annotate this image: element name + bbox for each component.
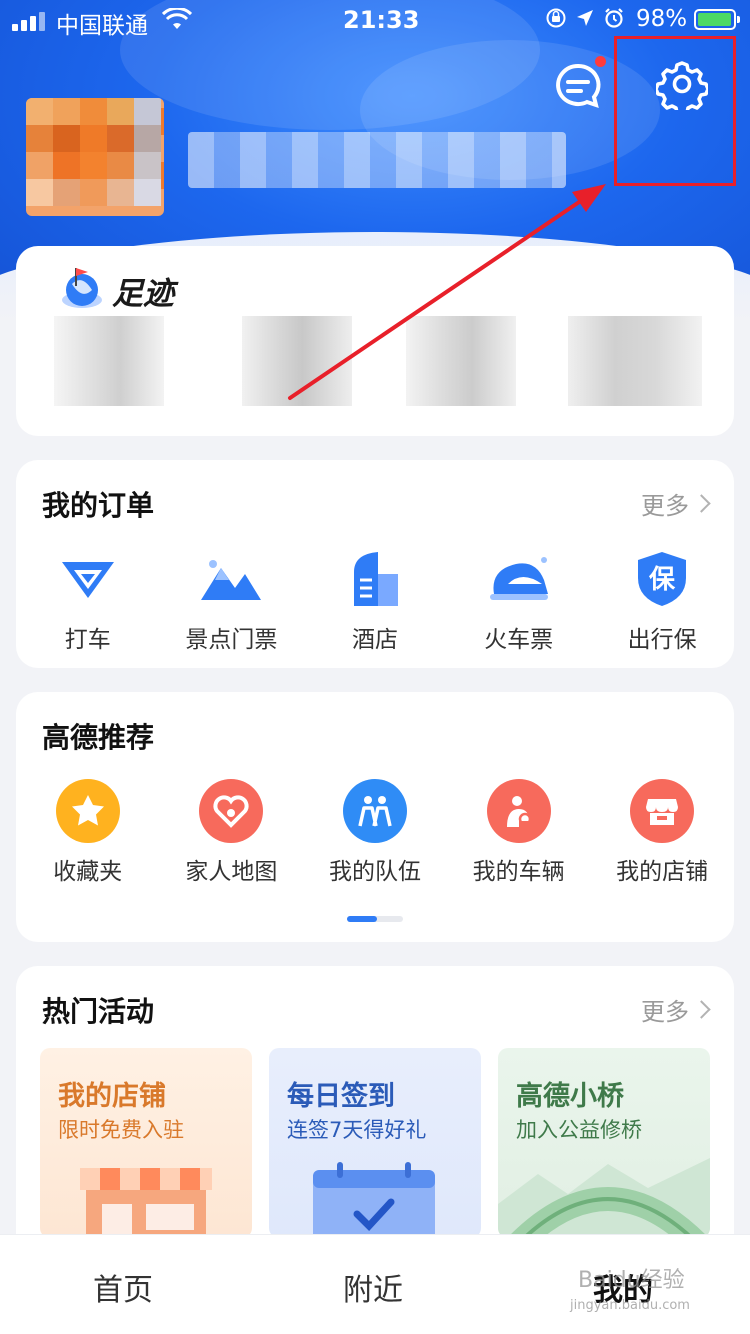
footprint-logo-icon xyxy=(62,268,102,308)
svg-text:保: 保 xyxy=(648,565,676,595)
wifi-icon xyxy=(161,6,193,38)
footprint-card[interactable]: 足迹 xyxy=(16,246,734,436)
status-bar: 中国联通 21:33 98% xyxy=(0,0,750,40)
battery-icon xyxy=(694,9,740,30)
calendar-icon xyxy=(313,1162,435,1238)
activity-my-store[interactable]: 我的店铺 限时免费入驻 xyxy=(40,1048,252,1238)
recommend-family-map[interactable]: 家人地图 xyxy=(160,778,304,886)
recommend-label: 我的队伍 xyxy=(328,859,421,885)
order-insurance[interactable]: 保 出行保 xyxy=(590,546,734,654)
activity-subtitle: 连签7天得好礼 xyxy=(287,1118,427,1142)
order-label: 打车 xyxy=(64,627,111,653)
carrier-name: 中国联通 xyxy=(56,13,148,39)
more-label: 更多 xyxy=(641,998,689,1026)
activity-daily-checkin[interactable]: 每日签到 连签7天得好礼 xyxy=(269,1048,481,1238)
chevron-right-icon xyxy=(692,494,711,513)
recommend-store[interactable]: 我的店铺 xyxy=(590,778,734,886)
message-icon xyxy=(556,63,601,109)
tab-nearby[interactable]: 附近 xyxy=(343,1265,403,1309)
recommend-title: 高德推荐 xyxy=(42,721,155,754)
recommend-label: 收藏夹 xyxy=(53,859,123,885)
system-icons xyxy=(545,7,625,29)
footprint-stat xyxy=(242,316,352,406)
activities-more-link[interactable]: 更多 xyxy=(641,992,711,1027)
recommend-label: 家人地图 xyxy=(185,859,278,885)
orders-title: 我的订单 xyxy=(42,489,155,522)
recommend-team[interactable]: 我的队伍 xyxy=(303,778,447,886)
taxi-icon xyxy=(55,546,121,612)
recommend-label: 我的店铺 xyxy=(616,859,709,885)
order-taxi[interactable]: 打车 xyxy=(16,546,160,654)
chevron-right-icon xyxy=(692,1000,711,1019)
shield-icon: 保 xyxy=(629,546,695,612)
signal-icon xyxy=(12,12,45,31)
order-label: 景点门票 xyxy=(185,627,278,653)
order-hotel[interactable]: 酒店 xyxy=(303,546,447,654)
footprint-stat xyxy=(568,316,702,406)
order-tickets[interactable]: 景点门票 xyxy=(160,546,304,654)
unread-dot xyxy=(595,56,606,67)
driver-icon xyxy=(486,779,551,843)
activity-title: 高德小桥 xyxy=(516,1081,624,1112)
recommend-label: 我的车辆 xyxy=(472,859,565,885)
train-icon xyxy=(486,546,552,612)
activity-amap-bridge[interactable]: 高德小桥 加入公益修桥 xyxy=(498,1048,710,1238)
location-arrow-icon xyxy=(577,10,593,26)
bridge-illustration-icon xyxy=(498,1158,710,1238)
star-icon xyxy=(55,779,120,843)
footprint-stat xyxy=(54,316,164,406)
watermark-text: Baidu经验 xyxy=(578,1268,685,1293)
activity-subtitle: 加入公益修桥 xyxy=(516,1118,642,1142)
alarm-icon xyxy=(605,8,623,28)
order-label: 出行保 xyxy=(627,627,697,653)
activities-title: 热门活动 xyxy=(42,995,155,1028)
store-illustration-icon xyxy=(80,1168,212,1238)
recommend-card: 高德推荐 收藏夹 家人地图 我的队伍 我的车辆 我的店铺 xyxy=(16,692,734,942)
recommend-vehicle[interactable]: 我的车辆 xyxy=(447,778,591,886)
watermark-url: jingyan.baidu.com xyxy=(570,1298,690,1313)
footprint-title: 足迹 xyxy=(112,276,174,312)
order-train[interactable]: 火车票 xyxy=(447,546,591,654)
mountain-icon xyxy=(198,546,264,612)
activity-title: 我的店铺 xyxy=(58,1081,166,1112)
recommend-favorites[interactable]: 收藏夹 xyxy=(16,778,160,886)
order-label: 酒店 xyxy=(351,627,398,653)
recommend-grid: 收藏夹 家人地图 我的队伍 我的车辆 我的店铺 xyxy=(16,778,734,886)
activity-title: 每日签到 xyxy=(287,1081,395,1112)
rotation-lock-icon xyxy=(546,8,566,28)
activity-subtitle: 限时免费入驻 xyxy=(58,1118,184,1142)
page-indicator xyxy=(347,916,403,922)
clock: 21:33 xyxy=(343,6,420,34)
user-nickname[interactable] xyxy=(188,132,566,188)
store-icon xyxy=(630,779,695,843)
settings-highlight-box xyxy=(614,36,736,186)
order-label: 火车票 xyxy=(484,627,554,653)
family-heart-icon xyxy=(199,779,264,843)
orders-card: 我的订单 更多 打车 景点门票 酒店 火车票 保 出行保 xyxy=(16,460,734,668)
footprint-stat xyxy=(406,316,516,406)
team-icon xyxy=(342,779,407,843)
battery-percent: 98% xyxy=(636,6,688,32)
orders-more-link[interactable]: 更多 xyxy=(641,486,711,521)
message-button[interactable] xyxy=(552,60,604,112)
orders-grid: 打车 景点门票 酒店 火车票 保 出行保 xyxy=(16,546,734,654)
hotel-icon xyxy=(342,546,408,612)
more-label: 更多 xyxy=(641,492,689,520)
avatar[interactable] xyxy=(26,98,164,216)
tab-home[interactable]: 首页 xyxy=(93,1265,153,1309)
